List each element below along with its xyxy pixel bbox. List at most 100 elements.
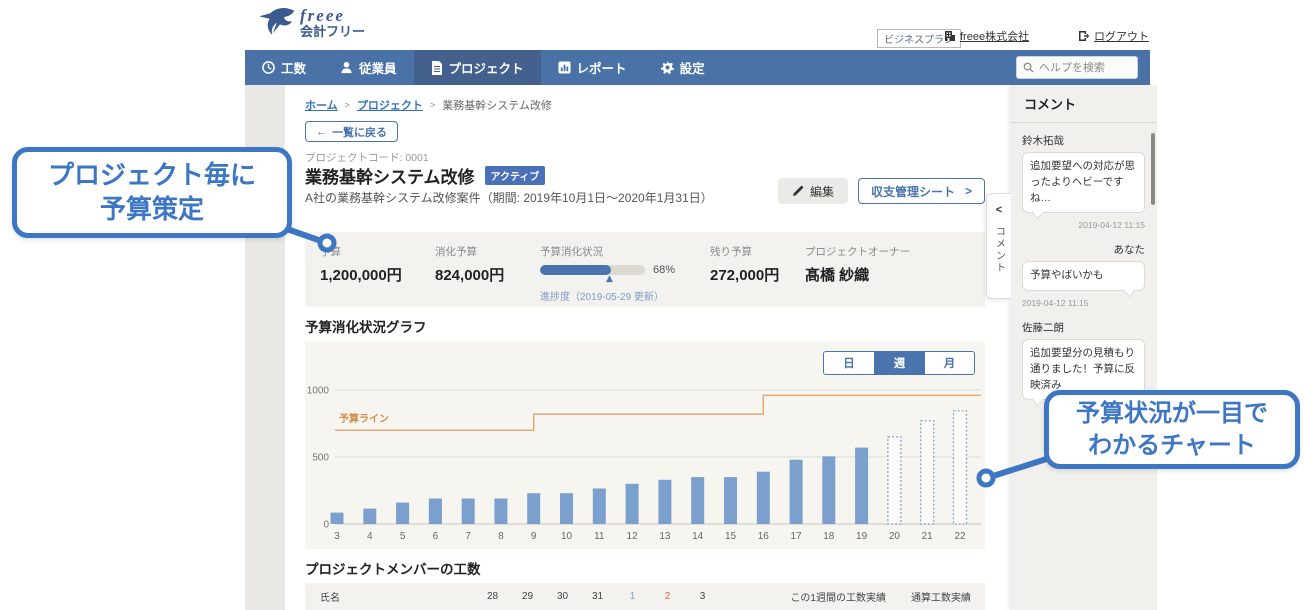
svg-text:15: 15 [725,531,737,542]
document-icon [431,61,443,75]
svg-text:1000: 1000 [307,386,330,397]
comment-timestamp: 2019-04-12 11:15 [1022,220,1145,230]
table-header-cell: 29 [510,591,545,602]
progress-percent: 68% [653,264,675,276]
chevron-right-icon: > [965,184,972,198]
breadcrumb-home[interactable]: ホーム [305,97,338,113]
svg-text:22: 22 [954,531,966,542]
stat-value: 824,000円 [435,264,530,285]
freee-logo[interactable]: freee 会計フリー [256,6,365,38]
stat-value: 髙橋 紗織 [805,264,975,285]
svg-text:500: 500 [312,453,329,464]
logout-icon [1078,30,1090,42]
svg-text:9: 9 [531,531,537,542]
logo-text: freee 会計フリー [300,7,365,38]
income-sheet-button[interactable]: 収支管理シート > [858,178,985,204]
project-detail-panel: ホーム > プロジェクト > 業務基幹システム改修 ← 一覧に戻る プロジェクト… [285,85,1010,610]
nav-label: 従業員 [359,58,397,77]
chart-range-toggle: 日 週 月 [823,351,975,375]
comments-title: コメント [1010,85,1157,123]
stat-label: プロジェクトオーナー [805,244,975,259]
progress-marker-icon: ▲ [606,274,613,284]
breadcrumb-separator: > [430,100,435,110]
table-header-cell: 3 [685,591,720,602]
svg-text:13: 13 [659,531,671,542]
nav-item-settings[interactable]: 設定 [644,50,722,85]
stat-budget: 予算 1,200,000円 [320,244,435,307]
comment-item: あなた予算やばいかも2019-04-12 11:15 [1022,242,1145,308]
sheet-label: 収支管理シート [871,183,955,200]
back-label: 一覧に戻る [332,124,387,140]
callout-line: 予算状況が一目で [1049,398,1295,429]
svg-text:5: 5 [400,531,406,542]
search-icon [1023,62,1034,73]
members-table-header: 氏名28293031123この1週間の工数実績通算工数実績 [305,583,985,610]
table-header-cell: 2 [650,591,685,602]
svg-text:8: 8 [498,531,504,542]
gear-icon [661,61,674,74]
nav-item-projects[interactable]: プロジェクト [414,50,541,85]
back-arrow-icon: ← [316,126,327,138]
top-header: freee 会計フリー ビジネスプラン freee株式会社 ログアウト [0,0,1304,50]
nav-label: プロジェクト [449,58,524,77]
stat-label: 残り予算 [710,244,795,259]
budget-stats-bar: 予算 1,200,000円 消化予算 824,000円 予算消化状況 68% ▲… [305,232,985,307]
comment-author: 佐藤二朗 [1022,320,1145,335]
nav-item-worktime[interactable]: 工数 [245,50,323,85]
edit-button[interactable]: 編集 [778,178,848,204]
person-icon [340,61,353,74]
range-month-button[interactable]: 月 [924,352,974,374]
clock-icon [262,61,275,74]
svg-text:10: 10 [561,531,573,542]
svg-text:20: 20 [889,531,901,542]
budget-chart-panel: 日 週 月 0500100034567891011121314151617181… [305,341,985,549]
nav-item-reports[interactable]: レポート [541,50,644,85]
callout-chart-at-a-glance: 予算状況が一目で わかるチャート [1044,390,1300,469]
help-search-box[interactable] [1016,56,1138,79]
comments-scrollbar[interactable] [1151,133,1155,205]
progress-row: 68% [540,264,690,276]
nav-item-employees[interactable]: 従業員 [323,50,414,85]
svg-text:4: 4 [367,531,373,542]
help-search-input[interactable] [1039,62,1129,74]
svg-text:16: 16 [758,531,770,542]
stat-consumed-budget: 消化予算 824,000円 [435,244,540,307]
svg-text:18: 18 [823,531,835,542]
swallow-logo-icon [256,6,296,38]
table-header-cell: 30 [545,591,580,602]
range-week-button[interactable]: 週 [874,352,924,374]
breadcrumb-current: 業務基幹システム改修 [442,97,552,113]
stat-value: 272,000円 [710,264,795,285]
edit-label: 編集 [810,183,834,200]
svg-text:19: 19 [856,531,868,542]
breadcrumb-projects[interactable]: プロジェクト [357,97,423,113]
svg-text:14: 14 [692,531,704,542]
pencil-icon [792,185,804,197]
members-section-title: プロジェクトメンバーの工数 [305,558,481,578]
logout-label[interactable]: ログアウト [1094,28,1149,44]
svg-text:11: 11 [594,531,605,542]
company-link[interactable]: freee株式会社 [944,28,1029,44]
svg-text:6: 6 [433,531,439,542]
table-header-cell: この1週間の工数実績 [790,589,886,604]
range-day-button[interactable]: 日 [824,352,874,374]
report-icon [558,61,571,74]
logo-kanji: 会計フリー [300,25,365,38]
progress-note: 進捗度（2019-05-29 更新） [540,288,700,303]
budget-progress-fill [540,265,611,275]
nav-label: 工数 [281,58,306,77]
comments-tab-label: コメント [992,226,1007,274]
comments-collapse-tab[interactable]: < コメント [986,193,1011,299]
callout-line: 予算策定 [17,193,287,227]
page: freee 会計フリー ビジネスプラン freee株式会社 ログアウト [0,0,1304,610]
svg-text:3: 3 [334,531,340,542]
comment-bubble: 追加要望への対応が思ったよりヘビーですね… [1022,152,1145,213]
logout-link[interactable]: ログアウト [1078,28,1149,44]
stat-label: 消化予算 [435,244,530,259]
comment-bubble: 予算やばいかも [1022,261,1145,291]
comment-author: あなた [1022,242,1145,257]
comments-panel: コメント 鈴木拓哉追加要望への対応が思ったよりヘビーですね…2019-04-12… [1010,85,1157,610]
budget-progress-bar [540,265,645,275]
company-name[interactable]: freee株式会社 [960,28,1029,44]
back-to-list-button[interactable]: ← 一覧に戻る [305,121,398,142]
